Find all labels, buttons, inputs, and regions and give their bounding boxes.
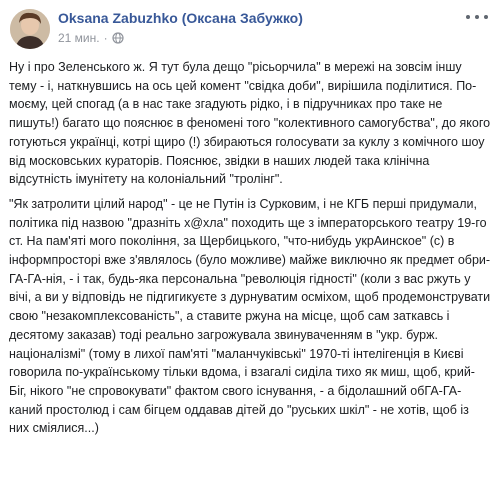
post-meta: 21 мин. · xyxy=(58,31,124,45)
more-options-icon[interactable] xyxy=(466,10,488,24)
avatar-photo xyxy=(10,9,50,49)
post-timestamp[interactable]: 21 мин. xyxy=(58,31,100,45)
more-dot xyxy=(475,15,479,19)
author-name-link[interactable]: Oksana Zabuzhko (Оксана Забужко) xyxy=(58,10,303,26)
more-dot xyxy=(466,15,470,19)
post-body: Ну і про Зеленського ж. Я тут була дещо … xyxy=(9,58,491,444)
post-paragraph: "Як затролити цілий народ" - це не Путін… xyxy=(9,196,491,436)
author-avatar[interactable] xyxy=(10,9,50,49)
post-header: Oksana Zabuzhko (Оксана Забужко) 21 мин.… xyxy=(0,0,500,56)
post-paragraph: Ну і про Зеленського ж. Я тут була дещо … xyxy=(9,60,491,187)
more-dot xyxy=(484,15,488,19)
meta-separator: · xyxy=(103,31,108,45)
globe-icon[interactable] xyxy=(112,32,124,44)
